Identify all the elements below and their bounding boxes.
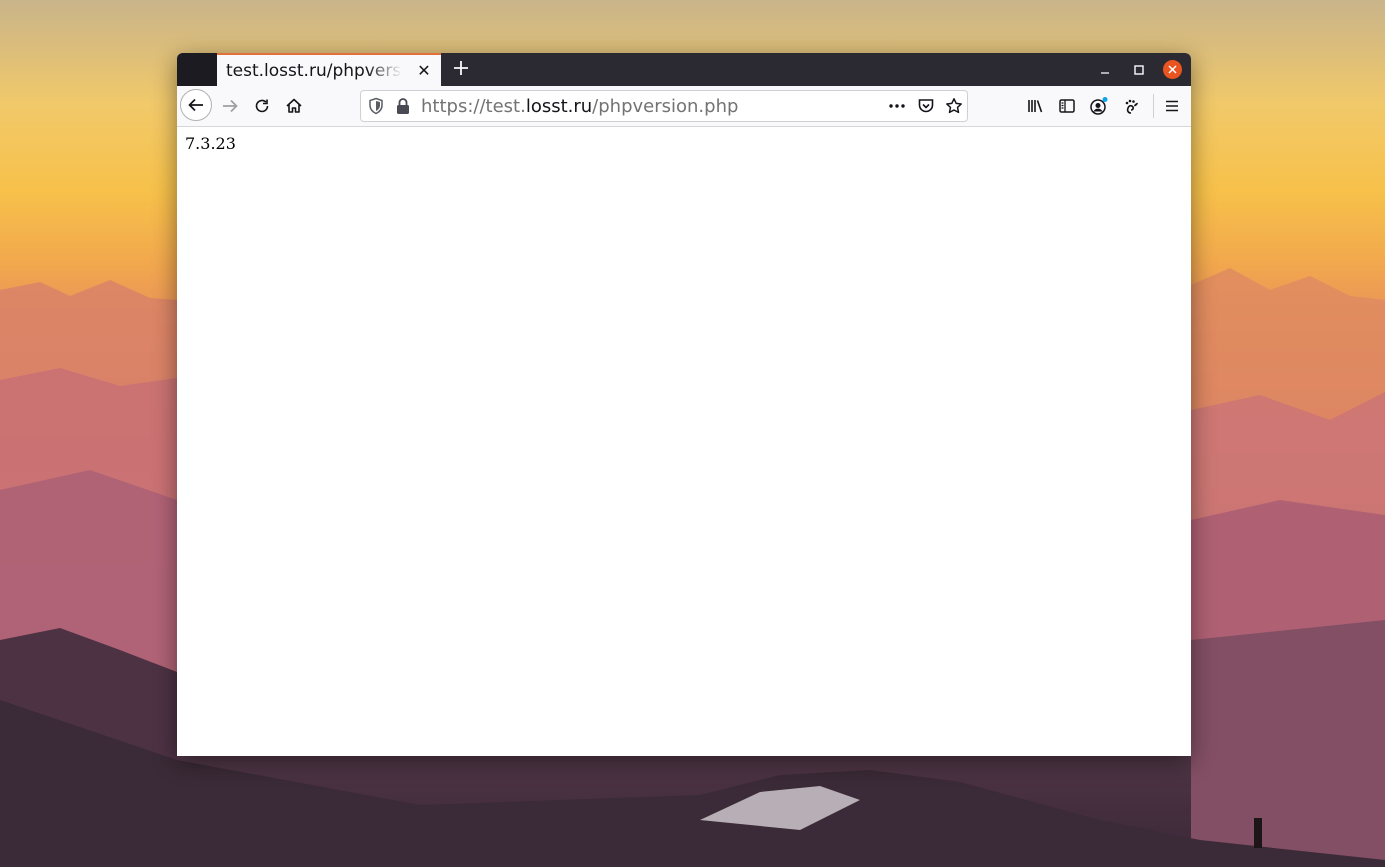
- maximize-icon: [1134, 65, 1144, 75]
- close-window-button[interactable]: [1163, 60, 1182, 79]
- arrow-right-icon: [223, 99, 238, 113]
- minimize-icon: [1101, 72, 1109, 74]
- new-tab-button[interactable]: [447, 56, 475, 84]
- home-icon: [286, 98, 302, 113]
- url-bar[interactable]: https://test.losst.ru/phpversion.php: [360, 90, 968, 122]
- toolbar-separator: [1153, 94, 1154, 118]
- url-scheme: https://test.: [421, 96, 526, 117]
- reload-icon: [255, 99, 269, 113]
- star-icon[interactable]: [945, 97, 963, 115]
- maximize-button[interactable]: [1130, 61, 1148, 79]
- home-button[interactable]: [278, 90, 310, 122]
- browser-window: test.losst.ru/phpversion.php ✕: [177, 53, 1191, 756]
- plus-icon: [454, 61, 468, 75]
- lock-icon[interactable]: [395, 97, 411, 115]
- close-icon: [1168, 65, 1177, 74]
- close-tab-icon[interactable]: ✕: [415, 62, 433, 80]
- open-menu-button[interactable]: [1156, 90, 1188, 122]
- gnome-extension-button[interactable]: [1115, 90, 1147, 122]
- arrow-left-icon: [188, 98, 203, 112]
- tab-strip-spacer: [177, 53, 217, 86]
- library-button[interactable]: [1019, 90, 1051, 122]
- account-icon: [1090, 97, 1108, 115]
- reload-button[interactable]: [246, 90, 278, 122]
- more-horizontal-icon[interactable]: [887, 97, 907, 115]
- account-button[interactable]: [1083, 90, 1115, 122]
- minimize-button[interactable]: [1096, 61, 1114, 79]
- url-path: /phpversion.php: [592, 96, 739, 117]
- forward-button[interactable]: [214, 90, 246, 122]
- url-host: losst.ru: [525, 96, 593, 117]
- tab-active[interactable]: test.losst.ru/phpversion.php ✕: [217, 53, 441, 86]
- url-text[interactable]: https://test.losst.ru/phpversion.php: [421, 95, 738, 119]
- sidebar-icon: [1059, 99, 1075, 113]
- back-button[interactable]: [180, 89, 212, 121]
- tracking-protection-shield-icon[interactable]: [367, 97, 385, 115]
- pocket-icon[interactable]: [917, 97, 935, 115]
- page-content: 7.3.23: [177, 127, 1191, 756]
- library-icon: [1028, 100, 1043, 113]
- title-bar: test.losst.ru/phpversion.php ✕: [177, 53, 1191, 86]
- gnome-extension-icon: [1125, 99, 1138, 114]
- navigation-toolbar: https://test.losst.ru/phpversion.php: [177, 86, 1191, 127]
- sidebar-button[interactable]: [1051, 90, 1083, 122]
- hamburger-menu-icon: [1166, 100, 1178, 112]
- tab-title: test.losst.ru/phpversion.php: [226, 61, 402, 81]
- php-version-text: 7.3.23: [185, 134, 236, 153]
